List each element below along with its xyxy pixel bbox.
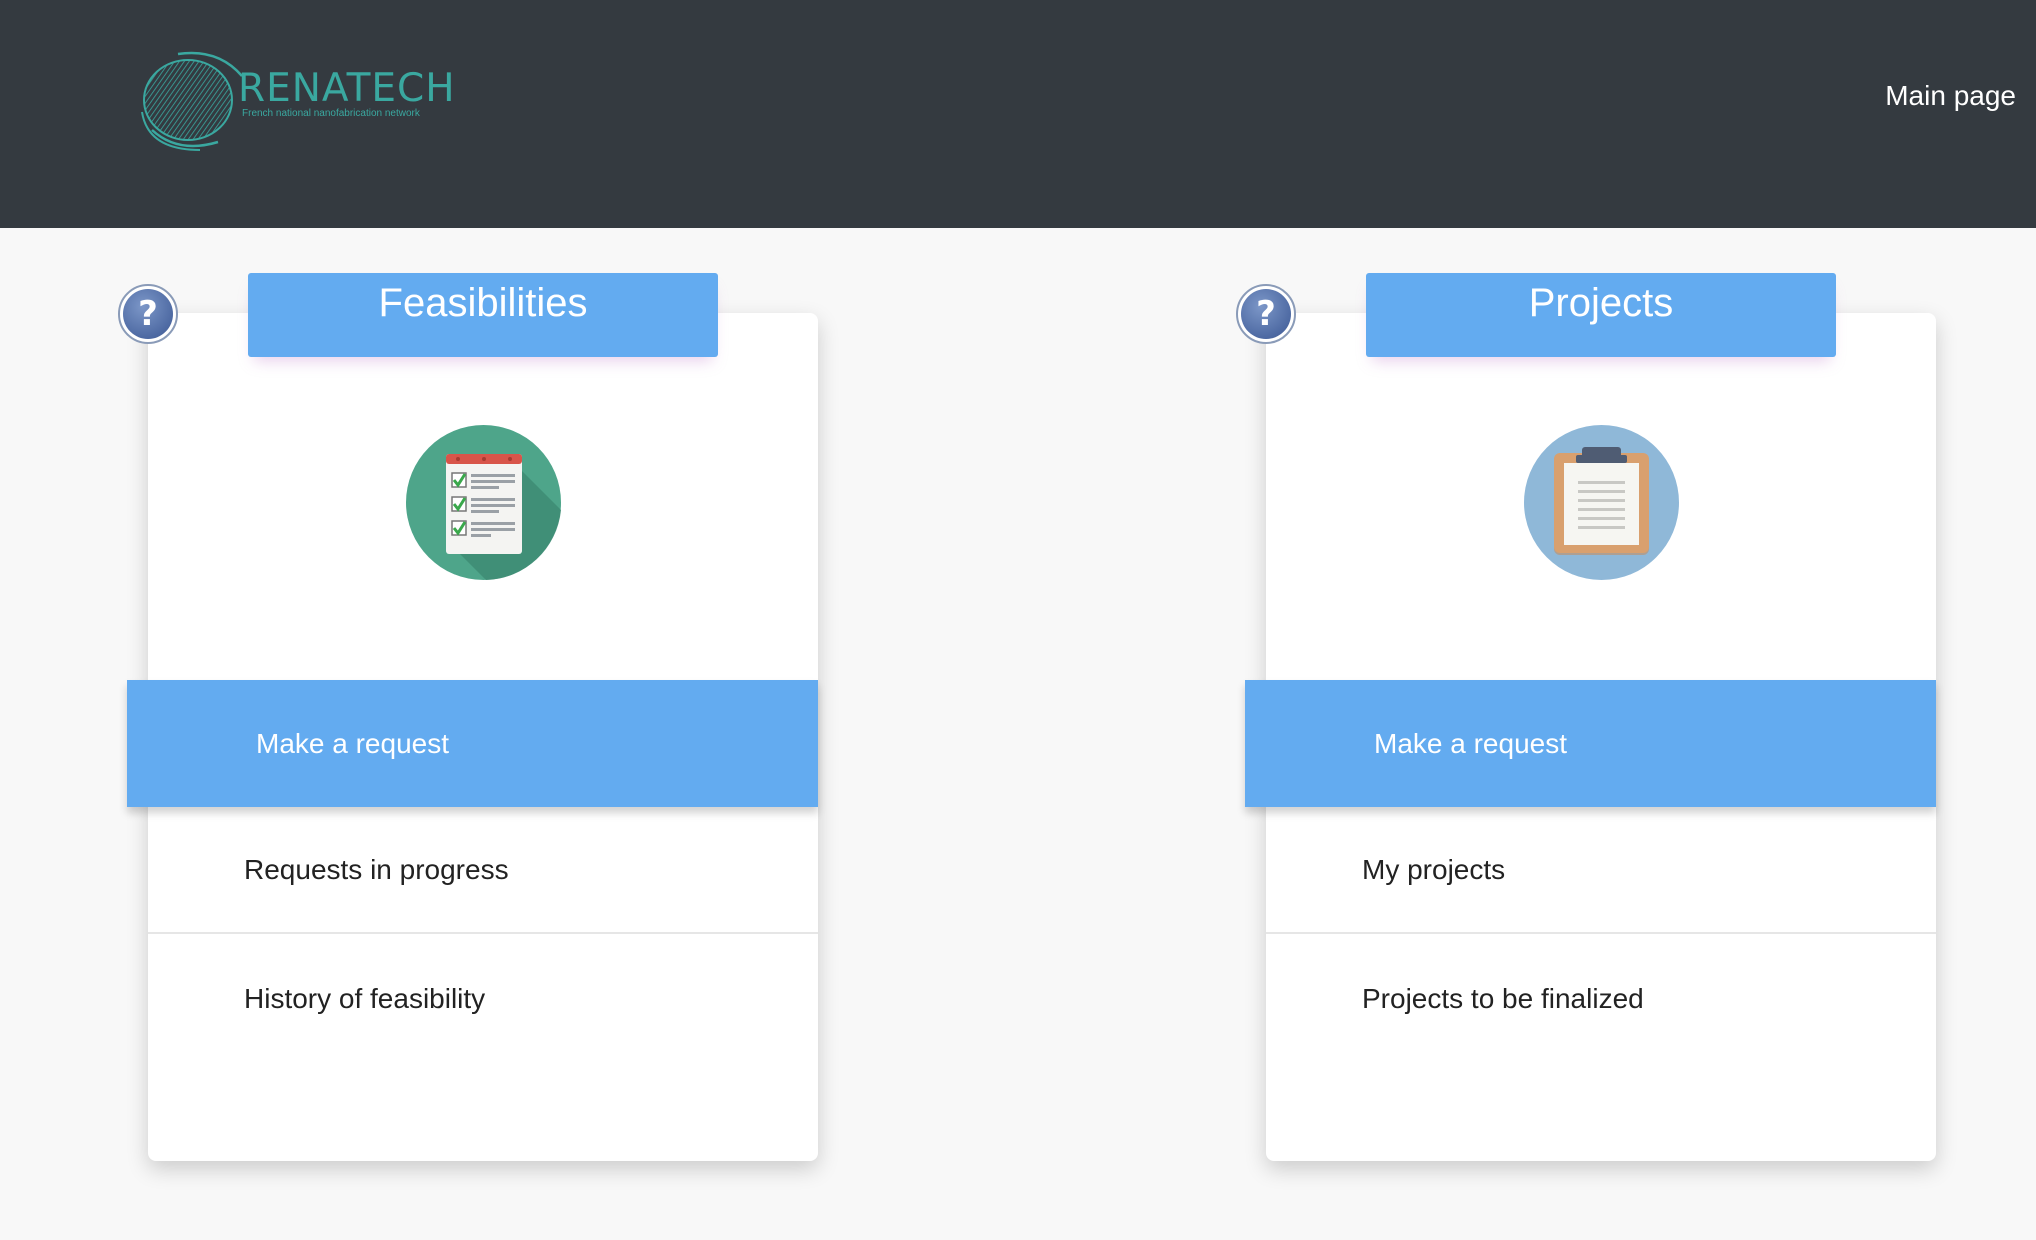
history-of-feasibility-link[interactable]: History of feasibility [148,935,818,1062]
feasibilities-title: Feasibilities [248,273,718,357]
feasibilities-help-button[interactable]: ? [118,284,178,344]
feasibilities-card: ? Feasibilities Make a request Requests … [118,273,818,1161]
project-make-request-button[interactable]: Make a request [1245,680,1936,807]
logo-tagline: French national nanofabrication network [242,108,420,119]
my-projects-link[interactable]: My projects [1266,807,1936,934]
main-page-link[interactable]: Main page [1885,80,2016,112]
projects-title: Projects [1366,273,1836,357]
projects-card: ? Projects Make a request My projects Pr… [1236,273,1936,1161]
checklist-icon [406,425,561,580]
wafer-logo-icon [141,51,243,151]
help-icon: ? [123,289,173,339]
clipboard-icon [1524,425,1679,580]
top-navbar: RENATECH French national nanofabrication… [0,0,2036,228]
requests-in-progress-link[interactable]: Requests in progress [148,807,818,934]
projects-help-button[interactable]: ? [1236,284,1296,344]
logo-wordmark: RENATECH [238,66,456,111]
help-icon: ? [1241,289,1291,339]
renatech-logo[interactable]: RENATECH French national nanofabrication… [138,50,455,155]
projects-to-be-finalized-link[interactable]: Projects to be finalized [1266,935,1936,1062]
feasibility-make-request-button[interactable]: Make a request [127,680,818,807]
